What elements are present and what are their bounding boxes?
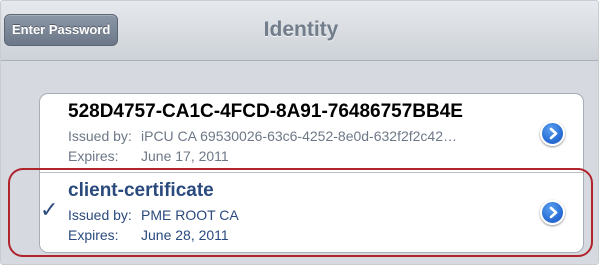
checkmark-icon: ✓ xyxy=(40,197,59,222)
certificate-name: client-certificate xyxy=(68,180,214,201)
certificate-row-selected[interactable]: ✓ client-certificate Issued by: PME ROOT … xyxy=(40,173,583,252)
page-title: Identity xyxy=(263,18,339,41)
issuer-value: PME ROOT CA xyxy=(141,207,239,223)
disclosure-chevron-icon[interactable] xyxy=(540,200,565,225)
expires-label: Expires: xyxy=(68,227,119,243)
expires-line: Expires: June 28, 2011 xyxy=(68,227,229,243)
certificate-name: 528D4757-CA1C-4FCD-8A91-76486757BB4E xyxy=(68,101,463,122)
disclosure-chevron-icon[interactable] xyxy=(540,121,565,146)
issued-by-line: Issued by: PME ROOT CA xyxy=(68,207,239,223)
content-area: 528D4757-CA1C-4FCD-8A91-76486757BB4E Iss… xyxy=(1,61,598,264)
issuer-value: iPCU CA 69530026-63c6-4252-8e0d-632f2f2c… xyxy=(141,128,457,144)
expires-label: Expires: xyxy=(68,148,119,164)
expires-value: June 28, 2011 xyxy=(141,227,229,243)
expires-value: June 17, 2011 xyxy=(141,148,229,164)
certificate-list: 528D4757-CA1C-4FCD-8A91-76486757BB4E Iss… xyxy=(39,93,584,253)
enter-password-back-button[interactable]: Enter Password xyxy=(4,14,119,46)
certificate-row[interactable]: 528D4757-CA1C-4FCD-8A91-76486757BB4E Iss… xyxy=(40,94,583,173)
screen: Enter Password Identity 528D4757-CA1C-4F… xyxy=(0,0,599,265)
issued-by-label: Issued by: xyxy=(68,128,132,144)
navigation-bar: Enter Password Identity xyxy=(1,1,598,61)
expires-line: Expires: June 17, 2011 xyxy=(68,148,229,164)
issued-by-label: Issued by: xyxy=(68,207,132,223)
issued-by-line: Issued by: iPCU CA 69530026-63c6-4252-8e0… xyxy=(68,128,457,144)
